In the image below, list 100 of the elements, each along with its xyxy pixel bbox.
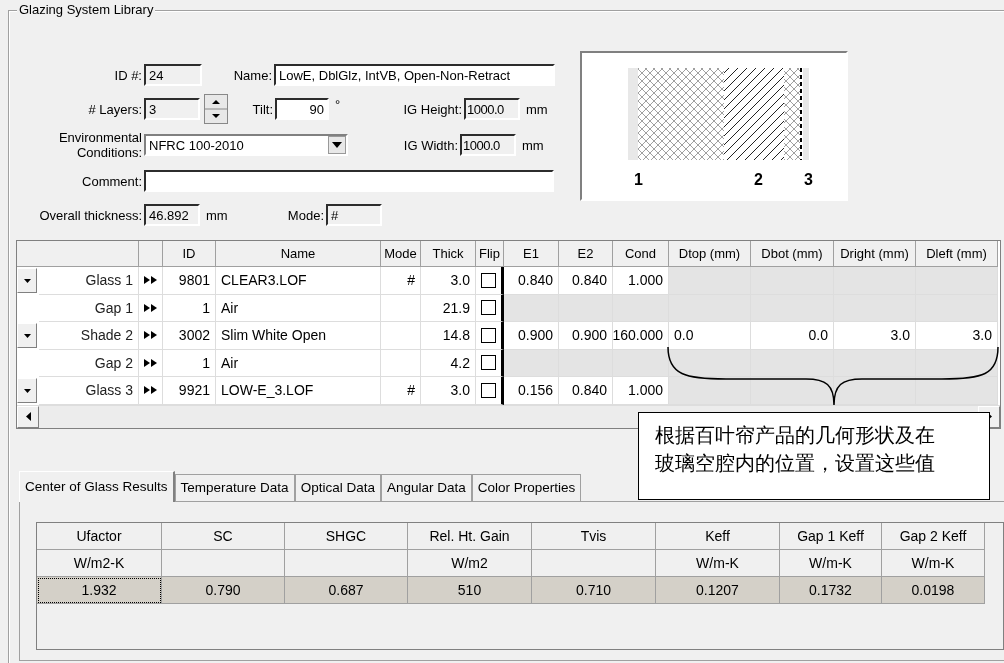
- thickness-field[interactable]: 46.892: [144, 204, 200, 226]
- table-cell: 1: [163, 349, 216, 377]
- comment-field[interactable]: [144, 170, 554, 192]
- table-cell: 9921: [163, 377, 216, 405]
- table-cell: Air: [216, 294, 381, 322]
- table-cell: 0.156: [504, 377, 559, 405]
- unit-cell: W/m2: [408, 549, 532, 577]
- ig-width-field[interactable]: 1000.0: [460, 134, 516, 156]
- tab[interactable]: Color Properties: [471, 473, 582, 501]
- field-label: Tilt:: [251, 101, 273, 117]
- flip-checkbox[interactable]: [481, 300, 496, 316]
- table-cell: Slim White Open: [216, 322, 381, 350]
- table-cell: 4.2: [421, 349, 476, 377]
- column-header: Name: [216, 241, 381, 267]
- double-arrow-icon[interactable]: [143, 331, 158, 340]
- column-header: Flip: [476, 241, 504, 267]
- column-header: Keff: [656, 522, 780, 550]
- unit-cell: W/m-K: [780, 549, 882, 577]
- table-cell: 0.687: [285, 576, 408, 604]
- scroll-left-button[interactable]: [17, 405, 39, 428]
- double-arrow-icon[interactable]: [143, 303, 158, 312]
- field-label: Environmental Conditions:: [57, 130, 142, 160]
- column-header: E1: [504, 241, 559, 267]
- table-cell: [559, 294, 613, 322]
- left-arrow-icon: [25, 412, 31, 421]
- id-field[interactable]: 24: [144, 64, 202, 86]
- table-cell: 14.8: [421, 322, 476, 350]
- table-cell: 0.900: [504, 322, 559, 350]
- column-header: Dbot (mm): [751, 241, 834, 267]
- spinner[interactable]: [204, 94, 228, 124]
- tilt-field[interactable]: 90: [275, 98, 329, 120]
- name-field[interactable]: LowE, DblGlz, IntVB, Open-Non-Retract: [274, 64, 555, 86]
- column-header: Dleft (mm): [916, 241, 998, 267]
- table-cell: [504, 294, 559, 322]
- table-cell: 3.0: [834, 322, 916, 350]
- layer-label: Shade 2: [39, 322, 139, 350]
- column-header: Mode: [381, 241, 421, 267]
- layer-number: 2: [754, 171, 763, 188]
- table-cell: LOW-E_3.LOF: [216, 377, 381, 405]
- table-cell: 0.0: [751, 322, 834, 350]
- caret-icon: [23, 278, 31, 283]
- layers-field[interactable]: 3: [144, 98, 200, 120]
- tab[interactable]: Temperature Data: [174, 473, 295, 501]
- column-header: Tvis: [532, 522, 656, 550]
- unit-cell: W/m2-K: [37, 549, 162, 577]
- unit-cell: W/m-K: [882, 549, 985, 577]
- table-cell: [504, 349, 559, 377]
- field-label: ID #:: [113, 67, 142, 83]
- double-arrow-icon[interactable]: [143, 386, 158, 395]
- table-cell: 1.932: [37, 576, 162, 604]
- mode-field[interactable]: #: [326, 204, 382, 226]
- table-cell: 160.000: [613, 322, 669, 350]
- unit-label: mm: [521, 137, 544, 153]
- column-header: E2: [559, 241, 613, 267]
- table-cell: [559, 349, 613, 377]
- column-header: Gap 1 Keff: [780, 522, 882, 550]
- double-arrow-icon[interactable]: [143, 358, 158, 367]
- callout-text: 根据百叶帘产品的几何形状及在玻璃空腔内的位置，设置这些值: [655, 422, 935, 477]
- table-cell: 3.0: [421, 377, 476, 405]
- flip-checkbox[interactable]: [481, 327, 496, 343]
- tab[interactable]: Angular Data: [380, 473, 472, 501]
- row-menu-button[interactable]: [17, 268, 37, 294]
- table-cell: #: [381, 377, 421, 405]
- layer-number: 3: [804, 171, 813, 188]
- field-label: Name:: [232, 67, 272, 83]
- unit-label: °: [334, 97, 342, 112]
- ig-height-field[interactable]: 1000.0: [464, 98, 520, 120]
- row-menu-button[interactable]: [17, 323, 37, 349]
- table-cell: [381, 322, 421, 350]
- tab[interactable]: Center of Glass Results: [19, 470, 175, 502]
- table-cell: 3.0: [421, 267, 476, 295]
- double-arrow-icon[interactable]: [143, 276, 158, 285]
- column-header: SC: [162, 522, 285, 550]
- table-cell: 0.790: [162, 576, 285, 604]
- table-cell: [613, 349, 669, 377]
- tab[interactable]: Optical Data: [294, 473, 381, 501]
- environment-dropdown[interactable]: NFRC 100-2010: [144, 134, 348, 156]
- group-title: Glazing System Library: [17, 2, 156, 17]
- field-label: IG Height:: [402, 101, 462, 117]
- layer-label: Gap 2: [39, 349, 139, 377]
- layer-label: Glass 1: [39, 267, 139, 295]
- column-header: Gap 2 Keff: [882, 522, 985, 550]
- flip-checkbox[interactable]: [481, 272, 496, 288]
- table-cell: [381, 294, 421, 322]
- column-header: SHGC: [285, 522, 408, 550]
- layer-number: 1: [634, 171, 643, 188]
- column-header: Dtop (mm): [669, 241, 751, 267]
- flip-checkbox[interactable]: [481, 355, 496, 371]
- table-cell: Air: [216, 349, 381, 377]
- table-cell: 510: [408, 576, 532, 604]
- row-menu-button[interactable]: [17, 378, 37, 404]
- flip-checkbox[interactable]: [481, 382, 496, 398]
- table-cell: 0.0: [669, 322, 751, 350]
- unit-label: mm: [525, 101, 548, 117]
- layer-label: Glass 3: [39, 377, 139, 405]
- column-header: Cond: [613, 241, 669, 267]
- field-label: Overall thickness:: [38, 207, 142, 223]
- table-cell: 0.0198: [882, 576, 985, 604]
- column-header: Ufactor: [37, 522, 162, 550]
- table-cell: 0.840: [559, 267, 613, 295]
